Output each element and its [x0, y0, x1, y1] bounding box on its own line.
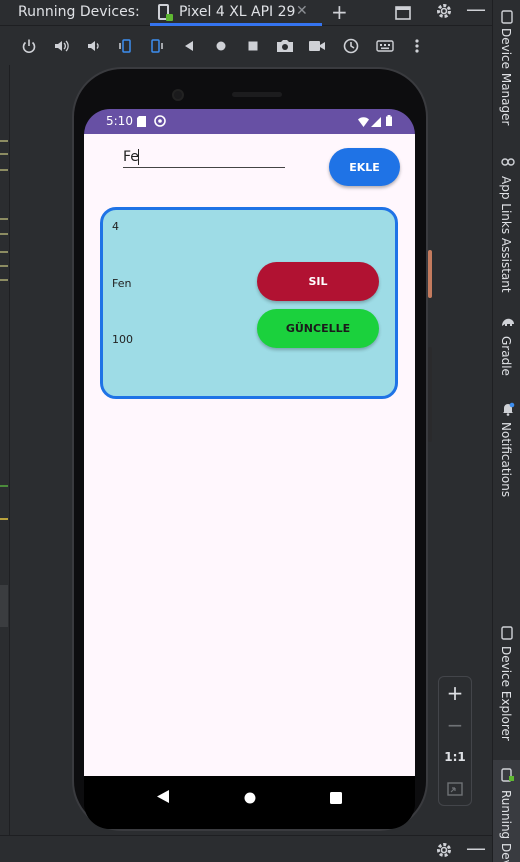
- power-icon[interactable]: [20, 37, 38, 55]
- bottom-minimize-icon[interactable]: —: [466, 836, 486, 860]
- keyboard-icon[interactable]: [376, 37, 394, 55]
- more-options-icon[interactable]: [408, 37, 426, 55]
- zoom-controls: + − 1:1: [438, 676, 472, 806]
- minimize-icon[interactable]: —: [466, 0, 486, 20]
- zoom-out-button[interactable]: −: [439, 713, 471, 737]
- gradle-elephant-icon[interactable]: [501, 316, 514, 329]
- volume-down-icon[interactable]: [84, 37, 102, 55]
- earpiece-speaker: [232, 92, 282, 97]
- gutter-marker: [0, 485, 8, 487]
- record-card: 4 Fen 100 SIL GÜNCELLE: [100, 207, 398, 399]
- device-explorer-tab[interactable]: Device Explorer: [499, 646, 513, 741]
- device-tab[interactable]: Pixel 4 XL API 29 ✕: [150, 0, 322, 26]
- sd-card-icon: [137, 116, 146, 130]
- gutter-marker: [0, 153, 8, 155]
- ide-window: Running Devices: Pixel 4 XL API 29 ✕ + —: [0, 0, 520, 862]
- update-button[interactable]: GÜNCELLE: [257, 309, 379, 348]
- gutter-scroll-thumb[interactable]: [0, 585, 8, 627]
- fit-screen-icon[interactable]: [447, 781, 463, 800]
- delete-button[interactable]: SIL: [257, 262, 379, 301]
- gutter-marker: [0, 279, 8, 281]
- nav-back-icon[interactable]: [157, 788, 169, 807]
- sync-icon: [154, 115, 166, 130]
- bottom-settings-gear-icon[interactable]: [435, 841, 453, 862]
- wifi-icon: [358, 116, 369, 130]
- add-button[interactable]: EKLE: [329, 148, 400, 186]
- device-explorer-icon[interactable]: [501, 626, 514, 640]
- back-icon[interactable]: [180, 37, 198, 55]
- gutter-marker: [0, 518, 8, 520]
- right-tool-strip: Device Manager App Links Assistant Gradl…: [492, 0, 520, 862]
- phone-frame: 5:10 Fe EKLE 4 Fen 100 SIL GÜNCELLE: [72, 67, 428, 831]
- text-caret: [138, 149, 139, 165]
- editor-gutter: [0, 65, 10, 835]
- record-name: Fen: [112, 277, 132, 290]
- screenshot-camera-icon[interactable]: [276, 37, 294, 55]
- close-tab-icon[interactable]: ✕: [296, 3, 308, 19]
- volume-up-icon[interactable]: [52, 37, 70, 55]
- phone-screen: 5:10 Fe EKLE 4 Fen 100 SIL GÜNCELLE: [84, 109, 415, 829]
- battery-icon: [386, 115, 392, 129]
- signal-icon: [371, 116, 381, 130]
- volume-side-button[interactable]: [428, 347, 432, 442]
- android-status-bar: 5:10: [84, 109, 415, 134]
- status-time: 5:10: [106, 114, 133, 128]
- bottom-bar: —: [0, 835, 492, 862]
- add-device-icon[interactable]: +: [331, 1, 348, 23]
- zoom-in-button[interactable]: +: [439, 681, 471, 705]
- overview-icon[interactable]: [244, 37, 262, 55]
- gutter-marker: [0, 265, 8, 267]
- device-toolbar: [10, 27, 492, 65]
- zoom-actual-size-button[interactable]: 1:1: [439, 750, 471, 764]
- running-devices-header: Running Devices: Pixel 4 XL API 29 ✕ + —: [0, 0, 492, 26]
- power-side-button[interactable]: [428, 250, 432, 298]
- app-screen: EKLE 4 Fen 100 SIL GÜNCELLE: [84, 134, 415, 776]
- device-icon: [158, 4, 173, 21]
- app-links-icon[interactable]: [501, 156, 515, 169]
- rotate-left-icon[interactable]: [116, 37, 134, 55]
- gutter-marker: [0, 140, 8, 142]
- notifications-tab[interactable]: Notifications: [499, 422, 513, 497]
- panel-title: Running Devices:: [18, 4, 140, 20]
- settings-gear-icon[interactable]: [435, 2, 453, 24]
- android-nav-bar: [84, 776, 415, 829]
- front-camera: [172, 89, 184, 101]
- device-display-area: 5:10 Fe EKLE 4 Fen 100 SIL GÜNCELLE: [10, 65, 492, 835]
- home-icon[interactable]: [212, 37, 230, 55]
- running-devices-tab[interactable]: Running Devices: [499, 790, 513, 862]
- gutter-marker: [0, 218, 8, 220]
- app-links-assistant-tab[interactable]: App Links Assistant: [499, 176, 513, 293]
- device-tab-label: Pixel 4 XL API 29: [179, 4, 296, 20]
- gutter-marker: [0, 251, 8, 253]
- record-id: 4: [112, 220, 119, 233]
- notifications-bell-icon[interactable]: [501, 402, 515, 416]
- device-manager-tab[interactable]: Device Manager: [499, 28, 513, 125]
- rotate-right-icon[interactable]: [148, 37, 166, 55]
- record-value: 100: [112, 333, 133, 346]
- screen-record-icon[interactable]: [308, 37, 326, 55]
- gutter-marker: [0, 233, 8, 235]
- device-manager-icon[interactable]: [501, 10, 514, 24]
- window-icon[interactable]: [395, 3, 411, 25]
- running-devices-icon[interactable]: [501, 768, 514, 782]
- gradle-tab[interactable]: Gradle: [499, 336, 513, 376]
- nav-recents-icon[interactable]: [330, 789, 342, 808]
- gutter-marker: [0, 169, 8, 171]
- name-input[interactable]: [123, 146, 285, 168]
- nav-home-icon[interactable]: [244, 789, 256, 808]
- snapshot-icon[interactable]: [342, 37, 360, 55]
